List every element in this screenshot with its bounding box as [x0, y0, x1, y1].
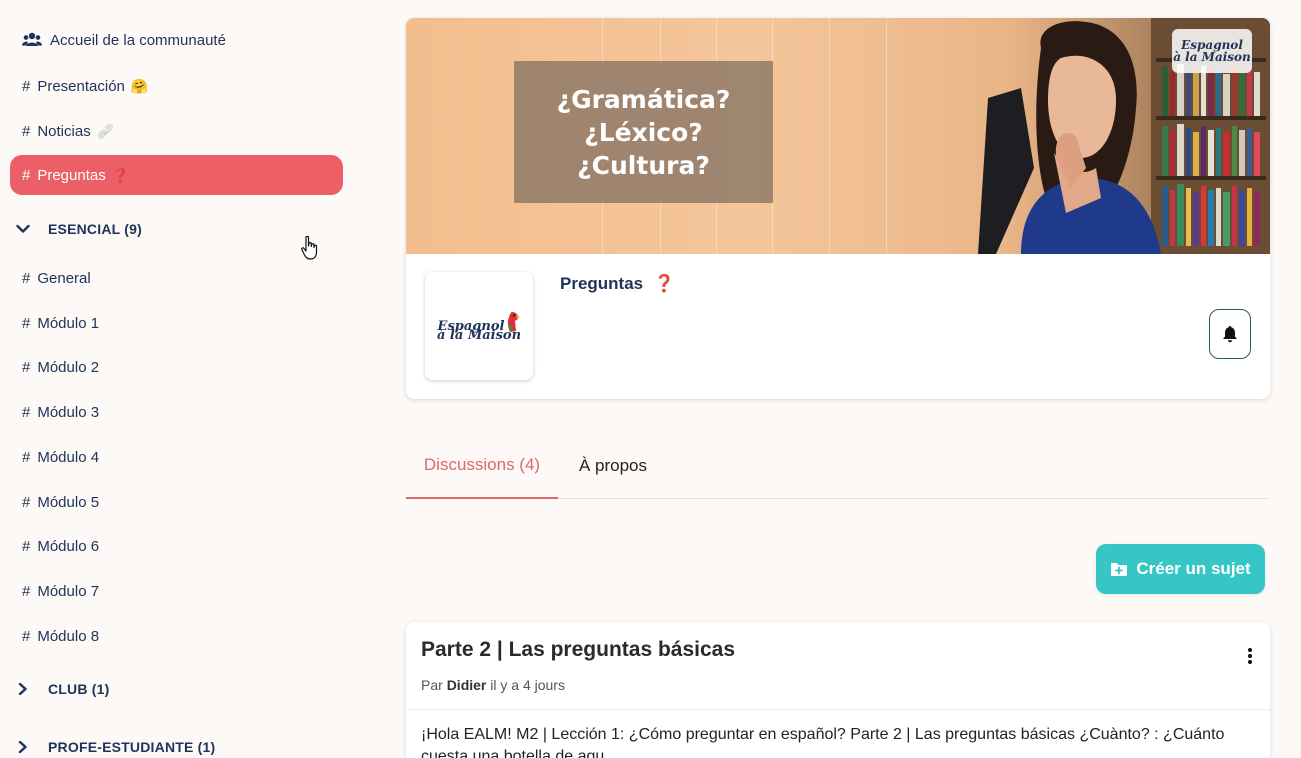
sidebar-item-label: Módulo 5: [37, 493, 100, 511]
section-label: PROFE-ESTUDIANTE (1): [48, 739, 216, 755]
channel-logo: Espagnol à la Maison: [425, 272, 533, 380]
channel-card: ¿Gramática? ¿Léxico? ¿Cultura? Espagnol …: [406, 18, 1270, 399]
notifications-button[interactable]: [1209, 309, 1251, 359]
channel-tabs: Discussions (4) À propos: [406, 433, 1270, 499]
channel-banner-image: ¿Gramática? ¿Léxico? ¿Cultura? Espagnol …: [406, 18, 1270, 254]
sidebar: Accueil de la communauté # Presentación …: [0, 0, 360, 758]
banner-brand-logo: Espagnol à la Maison: [1172, 29, 1252, 73]
logo-line-2: à la Maison: [1173, 50, 1251, 64]
sidebar-item-label: Módulo 4: [37, 448, 100, 466]
sidebar-item-general[interactable]: # General: [10, 258, 343, 298]
sidebar-item-modulo-6[interactable]: # Módulo 6: [10, 526, 343, 566]
question-mark-emoji: ❓: [653, 274, 676, 293]
channel-title: Preguntas ❓: [560, 274, 675, 294]
section-label: CLUB (1): [48, 681, 110, 697]
tab-discussions[interactable]: Discussions (4): [406, 433, 558, 499]
sidebar-item-label: Módulo 7: [37, 582, 100, 600]
hash-icon: #: [22, 537, 31, 555]
hash-icon: #: [22, 77, 31, 95]
post-meta: Par Didier il y a 4 jours: [421, 677, 565, 693]
post-excerpt: ¡Hola EALM! M2 | Lección 1: ¿Cómo pregun…: [421, 726, 1225, 758]
section-label: ESENCIAL (9): [48, 221, 142, 237]
hugging-face-emoji: 🤗: [130, 77, 149, 94]
chevron-down-icon: [16, 224, 30, 233]
bell-icon: [1223, 326, 1237, 343]
chevron-right-icon: [18, 683, 27, 695]
hash-icon: #: [22, 448, 31, 466]
chevron-right-icon: [18, 741, 27, 753]
hash-icon: #: [22, 166, 31, 184]
post-author[interactable]: Didier: [447, 677, 487, 693]
sidebar-item-modulo-4[interactable]: # Módulo 4: [10, 437, 343, 477]
hash-icon: #: [22, 269, 31, 287]
tab-about[interactable]: À propos: [558, 433, 668, 499]
logo-line-2: à la Maison: [436, 327, 522, 343]
question-mark-emoji: ❓: [111, 166, 130, 183]
more-options-icon[interactable]: [1242, 646, 1258, 666]
sidebar-item-label: Preguntas: [37, 166, 106, 184]
sidebar-item-modulo-8[interactable]: # Módulo 8: [10, 616, 343, 656]
banner-text-box: ¿Gramática? ¿Léxico? ¿Cultura?: [514, 61, 773, 203]
sidebar-item-noticias[interactable]: # Noticias 🩹: [10, 111, 343, 151]
sidebar-item-community-home[interactable]: Accueil de la communauté: [10, 20, 343, 60]
tab-label: À propos: [578, 456, 648, 475]
sidebar-item-label: Presentación: [37, 77, 125, 95]
sidebar-item-label: Módulo 8: [37, 627, 100, 645]
post-by-label: Par: [421, 677, 443, 693]
users-icon: [22, 32, 42, 46]
post-time: il y a 4 jours: [490, 677, 565, 693]
sidebar-item-label: Módulo 1: [37, 314, 100, 332]
section-esencial[interactable]: ESENCIAL (9): [10, 213, 343, 245]
hash-icon: #: [22, 582, 31, 600]
sidebar-item-label: Accueil de la communauté: [50, 31, 226, 49]
banner-line-2: ¿Léxico?: [584, 117, 703, 147]
sidebar-item-label: Módulo 2: [37, 358, 100, 376]
sidebar-item-modulo-5[interactable]: # Módulo 5: [10, 482, 343, 522]
post-divider: [406, 709, 1270, 710]
hash-icon: #: [22, 122, 31, 140]
sidebar-item-modulo-3[interactable]: # Módulo 3: [10, 392, 343, 432]
sidebar-item-label: Módulo 3: [37, 403, 100, 421]
hash-icon: #: [22, 314, 31, 332]
sidebar-item-label: General: [37, 269, 91, 287]
create-topic-label: Créer un sujet: [1136, 559, 1251, 578]
hand-pointer-icon: [301, 235, 318, 260]
banner-line-1: ¿Gramática?: [556, 84, 731, 114]
sidebar-item-label: Módulo 6: [37, 537, 100, 555]
tab-label: Discussions (4): [423, 455, 541, 474]
channel-title-text: Preguntas: [560, 274, 644, 293]
discussion-post[interactable]: Parte 2 | Las preguntas básicas Par Didi…: [406, 622, 1270, 758]
section-profe-estudiante[interactable]: PROFE-ESTUDIANTE (1): [10, 731, 343, 758]
folder-plus-icon: [1111, 562, 1128, 576]
sidebar-item-modulo-2[interactable]: # Módulo 2: [10, 347, 343, 387]
sidebar-item-modulo-1[interactable]: # Módulo 1: [10, 303, 343, 343]
post-title[interactable]: Parte 2 | Las preguntas básicas: [421, 638, 735, 662]
section-club[interactable]: CLUB (1): [10, 673, 343, 705]
sidebar-item-presentacion[interactable]: # Presentación 🤗: [10, 66, 343, 106]
hash-icon: #: [22, 403, 31, 421]
hash-icon: #: [22, 627, 31, 645]
sidebar-item-label: Noticias: [37, 122, 91, 140]
sidebar-item-preguntas[interactable]: # Preguntas ❓: [10, 155, 343, 195]
hash-icon: #: [22, 358, 31, 376]
banner-line-3: ¿Cultura?: [577, 150, 710, 180]
hash-icon: #: [22, 493, 31, 511]
bandage-emoji: 🩹: [96, 122, 115, 139]
create-topic-button[interactable]: Créer un sujet: [1096, 544, 1265, 594]
sidebar-item-modulo-7[interactable]: # Módulo 7: [10, 571, 343, 611]
